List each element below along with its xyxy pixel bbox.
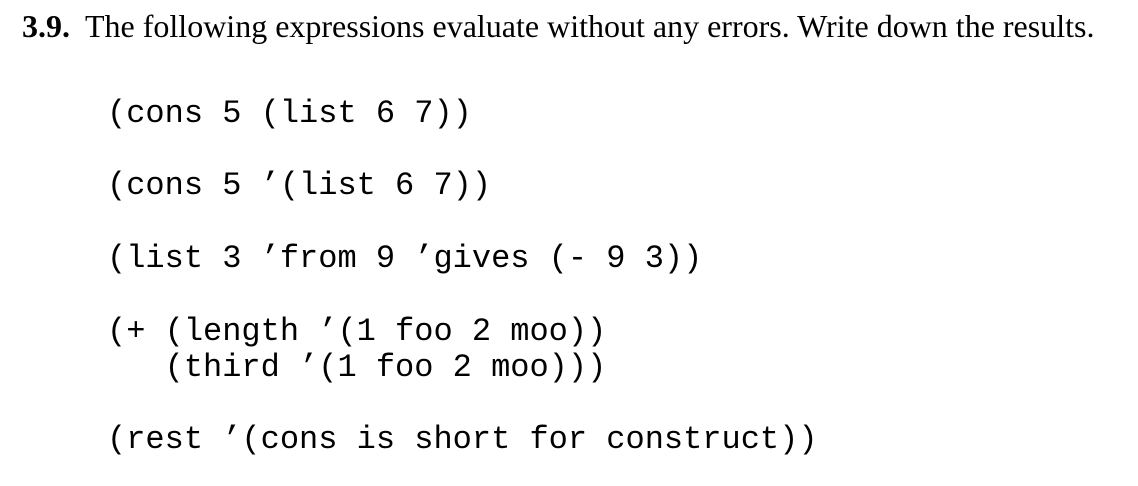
expression-3: (list 3 ’from 9 ’gives (- 9 3)) [107,240,703,277]
expression-2: (cons 5 ’(list 6 7)) [107,167,492,204]
expression-5: (rest ’(cons is short for construct)) [107,421,818,458]
exercise-number: 3.9. [22,8,70,44]
expression-4: (+ (length ’(1 foo 2 moo)) (third ’(1 fo… [107,313,607,386]
exercise: 3.9. The following expressions evaluate … [22,6,1112,46]
exercise-heading: 3.9. The following expressions evaluate … [22,6,1112,46]
expression-1: (cons 5 (list 6 7)) [107,95,472,132]
expression-list: (cons 5 (list 6 7)) (cons 5 ’(list 6 7))… [107,96,818,458]
exercise-prompt: The following expressions evaluate witho… [85,8,1095,44]
